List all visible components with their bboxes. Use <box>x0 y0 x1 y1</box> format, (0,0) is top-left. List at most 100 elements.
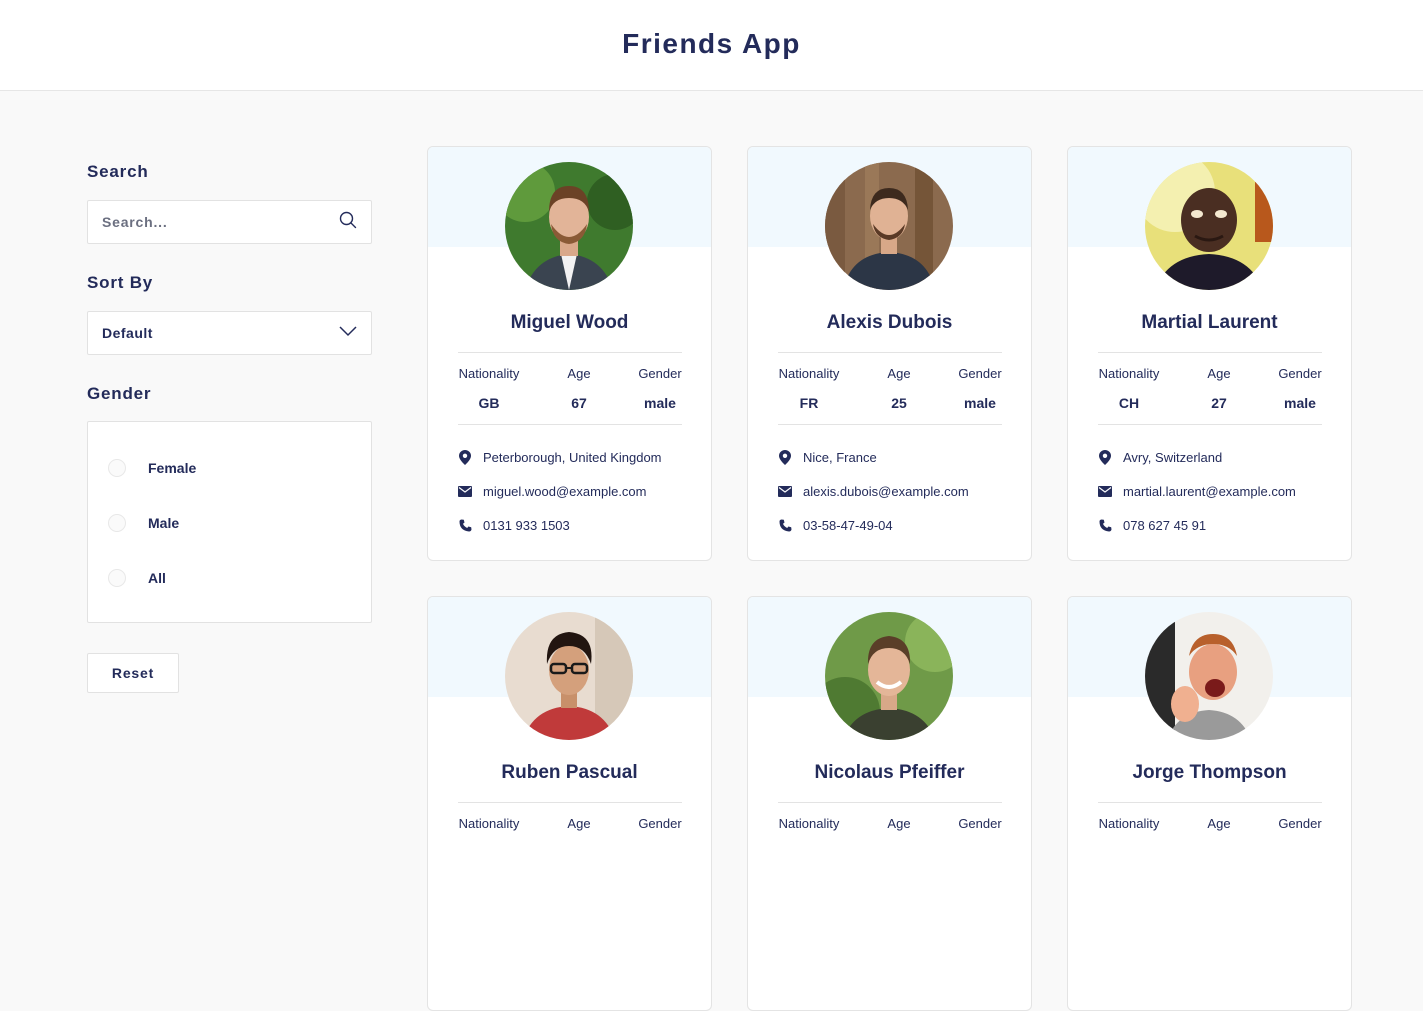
stat-gender: Gender <box>935 816 1025 831</box>
stat-value: 25 <box>891 395 907 411</box>
search-icon[interactable] <box>339 211 357 234</box>
sort-label: Sort By <box>87 273 154 292</box>
divider <box>1098 352 1322 353</box>
gender-option-male[interactable]: Male <box>108 513 179 533</box>
stat-nationality: Nationality FR <box>764 366 854 411</box>
search-field[interactable] <box>87 200 372 244</box>
stat-label: Age <box>887 366 911 381</box>
phone-icon <box>1098 518 1112 532</box>
stat-nationality: Nationality <box>764 816 854 831</box>
avatar <box>1145 162 1273 290</box>
divider <box>778 424 1002 425</box>
email-row: alexis.dubois@example.com <box>778 482 969 500</box>
stat-gender: Gender <box>615 816 705 831</box>
app-title: Friends App <box>622 28 801 59</box>
stat-label: Age <box>567 816 591 831</box>
stat-age: Age 25 <box>854 366 944 411</box>
gender-option-all[interactable]: All <box>108 568 166 588</box>
app-header: Friends App <box>0 0 1423 91</box>
email-link[interactable]: miguel.wood@example.com <box>483 484 647 499</box>
stat-label: Gender <box>1278 816 1322 831</box>
sort-select[interactable]: Default <box>87 311 372 355</box>
friend-card: Jorge Thompson Nationality Age Gender <box>1067 596 1352 1011</box>
location-row: Nice, France <box>778 448 877 466</box>
friend-name: Jorge Thompson <box>1132 762 1287 783</box>
divider <box>778 802 1002 803</box>
search-input[interactable] <box>102 214 339 230</box>
avatar <box>1145 612 1273 740</box>
phone-row: 0131 933 1503 <box>458 516 570 534</box>
gender-option-female[interactable]: Female <box>108 458 196 478</box>
stat-label: Age <box>1207 366 1231 381</box>
stat-nationality: Nationality <box>444 816 534 831</box>
radio-button[interactable] <box>108 569 126 587</box>
sort-select-value: Default <box>102 325 153 341</box>
stat-age: Age <box>534 816 624 831</box>
friend-card: Ruben Pascual Nationality Age Gender <box>427 596 712 1011</box>
search-label: Search <box>87 162 149 181</box>
friend-name: Martial Laurent <box>1141 312 1278 333</box>
stat-nationality: Nationality GB <box>444 366 534 411</box>
stat-nationality: Nationality <box>1084 816 1174 831</box>
divider <box>458 802 682 803</box>
stat-gender: Gender male <box>1255 366 1345 411</box>
location-pin-icon <box>1098 449 1112 465</box>
stat-label: Gender <box>638 366 682 381</box>
friend-name: Nicolaus Pfeiffer <box>814 762 965 783</box>
phone-text: 0131 933 1503 <box>483 517 570 533</box>
phone-text: 03-58-47-49-04 <box>803 517 893 533</box>
stat-label: Nationality <box>778 366 840 381</box>
stat-label: Gender <box>1278 366 1322 381</box>
friend-name: Ruben Pascual <box>501 762 638 783</box>
friend-name: Alexis Dubois <box>826 312 953 333</box>
stat-label: Nationality <box>1098 366 1160 381</box>
radio-button[interactable] <box>108 514 126 532</box>
stat-age: Age 27 <box>1174 366 1264 411</box>
gender-option-label: All <box>148 570 166 586</box>
avatar <box>825 612 953 740</box>
email-row: martial.laurent@example.com <box>1098 482 1296 500</box>
friend-card: Nicolaus Pfeiffer Nationality Age Gender <box>747 596 1032 1011</box>
avatar <box>505 612 633 740</box>
stat-label: Nationality <box>458 366 520 381</box>
gender-option-label: Male <box>148 515 180 531</box>
avatar <box>825 162 953 290</box>
radio-button[interactable] <box>108 459 126 477</box>
divider <box>1098 424 1322 425</box>
stat-gender: Gender male <box>935 366 1025 411</box>
stat-label: Gender <box>638 816 682 831</box>
phone-row: 03-58-47-49-04 <box>778 516 893 534</box>
gender-filter-group: Female Male All <box>87 421 372 623</box>
stat-value: male <box>644 395 676 411</box>
stat-label: Nationality <box>458 816 520 831</box>
stat-label: Gender <box>958 816 1002 831</box>
divider <box>458 424 682 425</box>
email-link[interactable]: alexis.dubois@example.com <box>803 484 969 499</box>
location-pin-icon <box>778 449 792 465</box>
envelope-icon <box>458 484 472 498</box>
phone-text: 078 627 45 91 <box>1123 517 1207 533</box>
envelope-icon <box>1098 484 1112 498</box>
stat-gender: Gender male <box>615 366 705 411</box>
stat-label: Age <box>567 366 591 381</box>
divider <box>778 352 1002 353</box>
chevron-down-icon <box>339 324 357 342</box>
stat-gender: Gender <box>1255 816 1345 831</box>
location-pin-icon <box>458 449 472 465</box>
stat-label: Nationality <box>778 816 840 831</box>
avatar <box>505 162 633 290</box>
stat-age: Age 67 <box>534 366 624 411</box>
stat-label: Nationality <box>1098 816 1160 831</box>
email-link[interactable]: martial.laurent@example.com <box>1123 484 1296 499</box>
phone-row: 078 627 45 91 <box>1098 516 1206 534</box>
stat-value: male <box>964 395 996 411</box>
location-row: Avry, Switzerland <box>1098 448 1222 466</box>
reset-button[interactable]: Reset <box>87 653 179 693</box>
location-text: Avry, Switzerland <box>1123 449 1223 465</box>
friend-name: Miguel Wood <box>510 312 629 333</box>
friend-card: Martial Laurent Nationality CH Age 27 Ge… <box>1067 146 1352 561</box>
stat-value: 27 <box>1211 395 1227 411</box>
stat-age: Age <box>854 816 944 831</box>
stat-label: Gender <box>958 366 1002 381</box>
location-row: Peterborough, United Kingdom <box>458 448 662 466</box>
